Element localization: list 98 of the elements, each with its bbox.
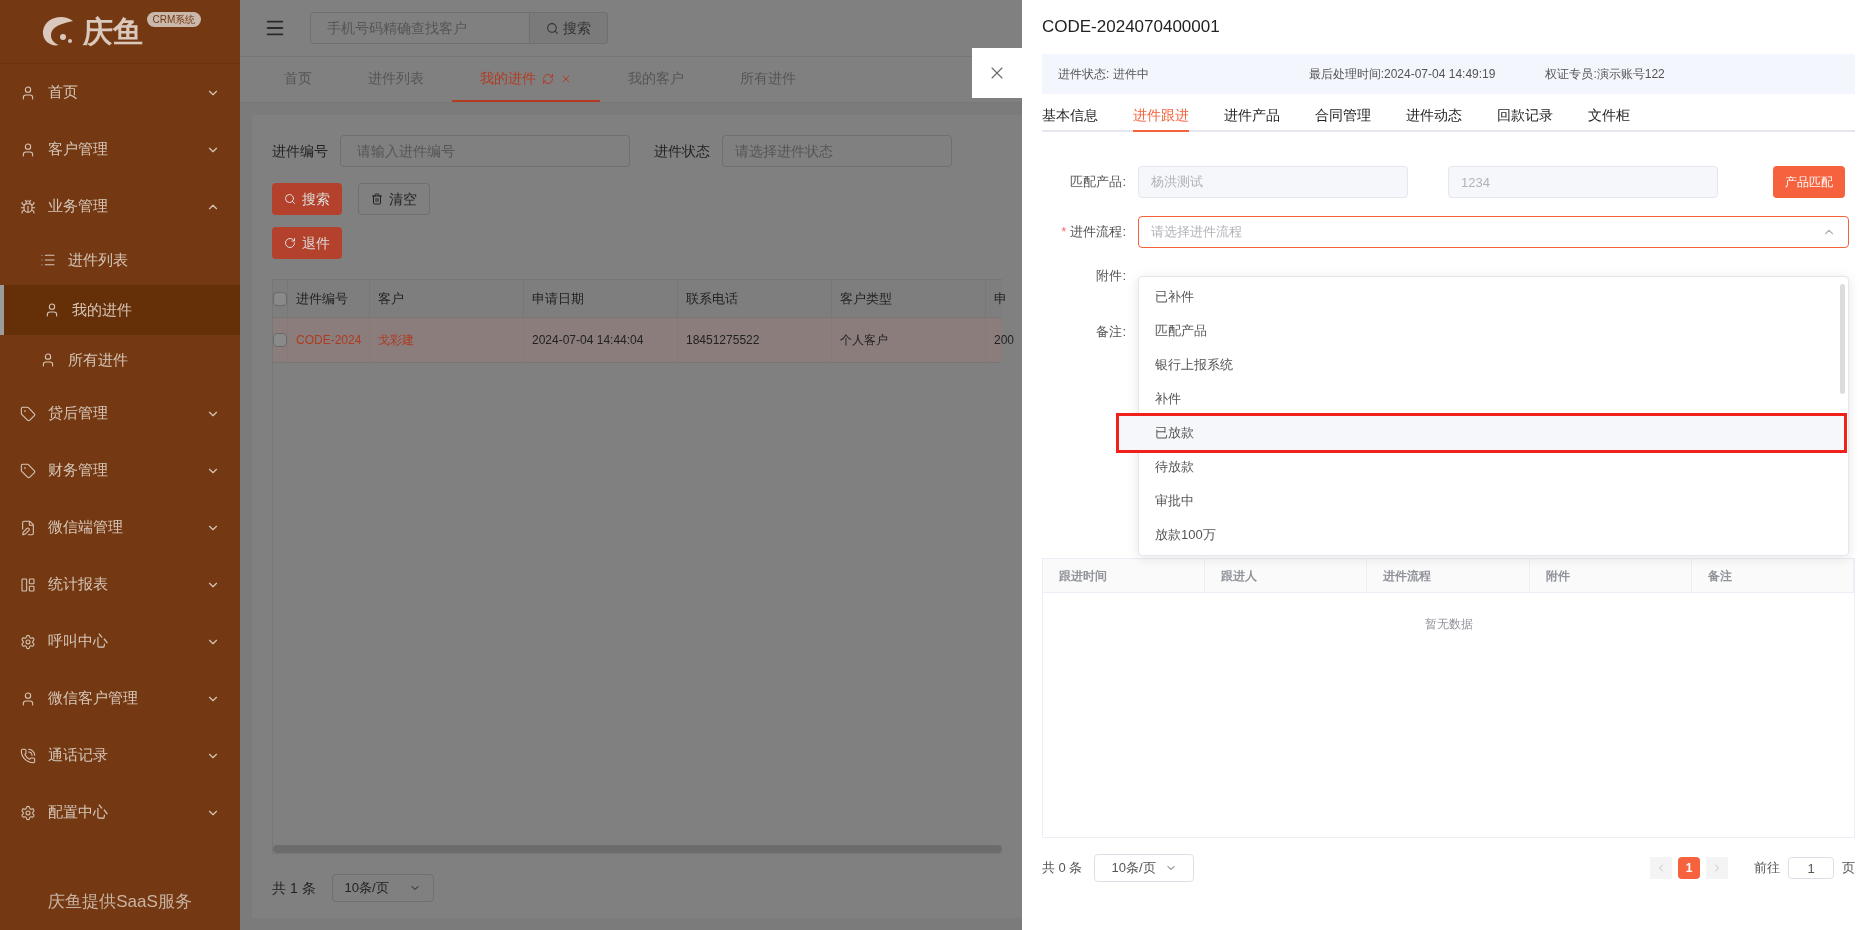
drawer-title: CODE-2024070400001: [1042, 16, 1221, 38]
detail-tab[interactable]: 进件产品: [1224, 100, 1280, 132]
prev-page-button[interactable]: [1650, 857, 1672, 879]
column-header: 进件编号: [288, 280, 370, 317]
tag-icon: [20, 405, 36, 422]
settings-icon: [20, 633, 36, 650]
column-header: 跟进时间: [1043, 559, 1206, 592]
sidebar-item[interactable]: 微信客户管理: [0, 670, 240, 727]
user-icon: [20, 690, 36, 707]
sidebar-item[interactable]: 财务管理: [0, 442, 240, 499]
search-button[interactable]: 搜索: [272, 183, 342, 215]
trash-icon: [371, 193, 383, 205]
filter-label: 进件编号: [272, 141, 328, 161]
dropdown-option[interactable]: 审批中: [1139, 484, 1840, 518]
sidebar-subitem[interactable]: 进件列表: [0, 235, 240, 285]
clear-button[interactable]: 清空: [358, 183, 430, 215]
page-input[interactable]: 1: [1788, 857, 1834, 879]
rotate-icon: [284, 237, 296, 249]
dropdown-option[interactable]: 已放款: [1119, 416, 1844, 450]
column-header: 备注: [1691, 559, 1854, 592]
table-cell: 戈彩建: [370, 318, 524, 362]
detail-tab[interactable]: 进件动态: [1406, 100, 1462, 132]
goto-label: 前往: [1754, 859, 1780, 878]
sidebar-footer: 庆鱼提供SaaS服务: [0, 888, 240, 930]
product-code-field: 1234: [1448, 166, 1718, 198]
field-label: 附件:: [1095, 267, 1127, 285]
layout-icon: [20, 576, 36, 593]
detail-tab[interactable]: 进件跟进: [1133, 100, 1189, 132]
page-unit: 页: [1842, 859, 1855, 878]
dropdown-option[interactable]: 银行上报系统: [1139, 348, 1840, 382]
dropdown-option[interactable]: 放款100万: [1139, 518, 1840, 552]
sidebar-item[interactable]: 统计报表: [0, 556, 240, 613]
search-icon: [284, 193, 296, 205]
dropdown-option[interactable]: 匹配产品: [1139, 314, 1840, 348]
page-number[interactable]: 1: [1678, 857, 1700, 879]
checkbox[interactable]: [273, 291, 287, 306]
column-header: 跟进人: [1205, 559, 1368, 592]
table-cell: 2024-07-04 14:44:04: [524, 318, 678, 362]
sidebar-item[interactable]: 呼叫中心: [0, 613, 240, 670]
list-icon: [40, 252, 56, 268]
info-text: 权证专员:演示账号122: [1545, 66, 1665, 83]
detail-tab[interactable]: 基本信息: [1042, 100, 1098, 132]
info-text: 最后处理时间:2024-07-04 14:49:19: [1308, 66, 1496, 83]
user-icon: [44, 302, 60, 318]
next-page-button[interactable]: [1706, 857, 1728, 879]
column-header: 进件流程: [1367, 559, 1530, 592]
user-icon: [40, 352, 56, 368]
column-header: 客户: [370, 280, 524, 317]
table-cell: CODE-2024: [288, 318, 370, 362]
sidebar-subitem[interactable]: 我的进件: [0, 285, 240, 335]
refresh-icon[interactable]: [542, 72, 554, 85]
return-button[interactable]: 退件: [272, 227, 342, 259]
sidebar-item[interactable]: 通话记录: [0, 727, 240, 784]
sidebar-item[interactable]: 配置中心: [0, 784, 240, 841]
column-header: 联系电话: [678, 280, 832, 317]
required-mark: *: [1061, 224, 1067, 240]
bug-icon: [20, 198, 36, 215]
logo-text: 庆鱼: [82, 16, 143, 47]
info-text: 进件状态: 进件中: [1058, 66, 1149, 83]
sidebar-item[interactable]: 业务管理: [0, 178, 240, 235]
search-icon: [546, 21, 559, 35]
column-header: 申请日期: [524, 280, 678, 317]
field-label-text: 进件流程:: [1070, 224, 1126, 240]
user-icon: [20, 84, 36, 101]
empty-text: 暂无数据: [1424, 616, 1473, 633]
filter-label: 进件状态: [654, 141, 710, 161]
sidebar-item[interactable]: 微信端管理: [0, 499, 240, 556]
phone-icon: [20, 747, 36, 764]
page-size-select[interactable]: 10条/页: [1094, 854, 1195, 882]
field-label: 匹配产品:: [1069, 173, 1127, 192]
user-icon: [20, 141, 36, 158]
column-header: 客户类型: [832, 280, 986, 317]
total-count: 共 1 条: [272, 878, 316, 898]
sidebar-item[interactable]: 贷后管理: [0, 385, 240, 442]
table-cell: 18451275522: [678, 318, 832, 362]
table-cell: 个人客户: [832, 318, 986, 362]
logo-badge: CRM系统: [146, 12, 202, 27]
settings-icon: [20, 804, 36, 821]
total-count: 共 0 条: [1042, 859, 1083, 878]
detail-tab[interactable]: 回款记录: [1497, 100, 1553, 132]
row-checkbox[interactable]: [273, 333, 287, 347]
edit-icon: [20, 519, 36, 536]
product-match-button[interactable]: 产品匹配: [1773, 166, 1845, 198]
product-name-field: 杨洪测试: [1138, 166, 1408, 198]
search-button[interactable]: 搜索: [530, 12, 608, 44]
dropdown-option[interactable]: 已补件: [1139, 280, 1840, 314]
close-button[interactable]: [972, 48, 1022, 98]
page-size-select[interactable]: 10条/页: [331, 874, 434, 902]
dropdown-option[interactable]: 待放款: [1139, 450, 1840, 484]
sidebar-item[interactable]: 首页: [0, 64, 240, 121]
field-label: 备注:: [1095, 323, 1127, 341]
tag-icon: [20, 462, 36, 479]
dropdown-option[interactable]: 补件: [1139, 382, 1840, 416]
detail-tab[interactable]: 合同管理: [1315, 100, 1371, 132]
detail-tab[interactable]: 文件柜: [1588, 100, 1630, 132]
column-header: 附件: [1529, 559, 1692, 592]
sidebar-item[interactable]: 客户管理: [0, 121, 240, 178]
sidebar-subitem[interactable]: 所有进件: [0, 335, 240, 385]
